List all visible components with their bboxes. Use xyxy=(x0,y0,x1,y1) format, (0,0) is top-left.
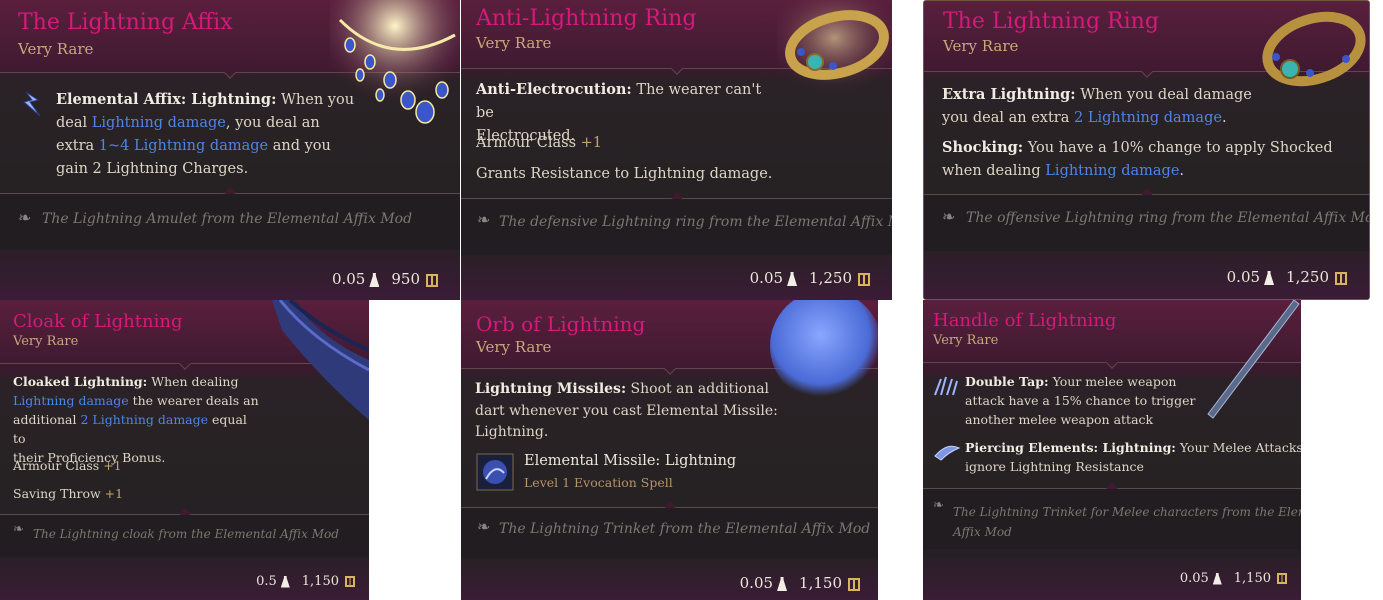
flavor-quill-icon: ❧ xyxy=(942,207,956,226)
weight-value: 0.05 xyxy=(1226,268,1261,286)
gold-coin-icon xyxy=(1277,573,1287,584)
item-rarity: Very Rare xyxy=(943,37,1019,55)
item-flavor-text: The defensive Lightning ring from the El… xyxy=(499,214,892,230)
property-saving-throw: Saving Throw +1 xyxy=(13,486,124,501)
property-armour-class: Armour Class +1 xyxy=(13,458,122,473)
spell-name: Elemental Missile: Lightning xyxy=(524,453,737,469)
item-rarity: Very Rare xyxy=(476,34,552,52)
lightning-damage-link[interactable]: Lightning damage xyxy=(13,393,129,408)
item-flavor-text: The offensive Lightning ring from the El… xyxy=(966,210,1370,226)
item-title: Orb of Lightning xyxy=(476,312,646,336)
gold-coin-icon xyxy=(858,272,870,286)
flavor-quill-icon: ❧ xyxy=(18,208,32,227)
item-tooltip-anti-lightning-ring: Anti-Lightning Ring Very Rare Anti-Elect… xyxy=(461,0,892,300)
weight-icon xyxy=(280,575,290,588)
affix-label: Elemental Affix: Lightning: xyxy=(56,91,277,108)
elemental-missile-spell-icon xyxy=(476,453,514,491)
weight-value: 0.5 xyxy=(256,574,277,589)
item-tooltip-handle-of-lightning: Handle of Lightning Very Rare Double Tap… xyxy=(923,300,1301,600)
lightning-damage-link[interactable]: 2 Lightning damage xyxy=(1074,110,1222,126)
flavor-quill-icon: ❧ xyxy=(13,522,24,537)
item-tooltip-orb-of-lightning: Orb of Lightning Very Rare Lightning Mis… xyxy=(461,300,878,600)
weight-icon xyxy=(1264,271,1275,285)
item-value: 0.05 1,150 xyxy=(740,574,860,592)
gold-coin-icon xyxy=(1335,271,1347,285)
spell-level: Level 1 Evocation Spell xyxy=(524,475,673,490)
item-title: Anti-Lightning Ring xyxy=(476,6,697,31)
item-title: Cloak of Lightning xyxy=(13,311,183,332)
item-value: 0.5 1,150 xyxy=(256,574,355,589)
item-title: The Lightning Ring xyxy=(943,9,1159,34)
item-flavor-text: The Lightning Amulet from the Elemental … xyxy=(42,211,413,227)
weight-value: 0.05 xyxy=(1179,571,1209,586)
lightning-damage-link[interactable]: Lightning damage xyxy=(92,115,226,131)
gold-value: 1,250 xyxy=(1286,268,1329,286)
lightning-damage-link[interactable]: 2 Lightning damage xyxy=(80,412,208,427)
weight-icon xyxy=(777,577,788,591)
lightning-damage-range-link[interactable]: 1~4 Lightning damage xyxy=(99,138,268,154)
weight-value: 0.05 xyxy=(331,270,366,288)
weight-icon xyxy=(787,272,798,286)
gold-value: 1,150 xyxy=(799,574,842,592)
property-extra-lightning: Extra Lightning: When you deal damage yo… xyxy=(942,86,1252,126)
item-rarity: Very Rare xyxy=(933,333,999,348)
property-piercing-elements: Piercing Elements: Lightning: Your Melee… xyxy=(965,440,1301,474)
gold-value: 950 xyxy=(391,270,420,288)
property-cloaked-lightning: Cloaked Lightning: When dealing Lightnin… xyxy=(13,374,259,465)
ring-image-icon xyxy=(777,0,892,95)
item-flavor-line-2: Affix Mod xyxy=(953,525,1012,539)
item-value: 0.05 1,250 xyxy=(1227,268,1347,286)
gold-coin-icon xyxy=(345,576,355,587)
item-title: Handle of Lightning xyxy=(933,310,1117,331)
weight-icon xyxy=(1212,572,1222,585)
gold-value: 1,150 xyxy=(301,574,339,589)
property-lightning-missiles: Lightning Missiles: Shoot an additional … xyxy=(475,381,778,440)
property-double-tap: Double Tap: Your melee weapon attack hav… xyxy=(965,374,1196,427)
weight-value: 0.05 xyxy=(749,269,784,287)
item-rarity: Very Rare xyxy=(18,40,94,58)
item-title: The Lightning Affix xyxy=(18,10,233,35)
item-value: 0.05 1,150 xyxy=(1180,571,1287,586)
item-value: 0.05 950 xyxy=(332,270,438,288)
item-value: 0.05 1,250 xyxy=(750,269,870,287)
item-tooltip-lightning-ring: The Lightning Ring Very Rare Extra Light… xyxy=(923,0,1370,300)
affix-description: Elemental Affix: Lightning: When you dea… xyxy=(56,91,355,177)
item-rarity: Very Rare xyxy=(476,338,552,356)
flavor-quill-icon: ❧ xyxy=(933,498,944,513)
flavor-quill-icon: ❧ xyxy=(477,517,491,536)
double-tap-icon xyxy=(934,376,958,396)
item-flavor-text: The Lightning Trinket from the Elemental… xyxy=(499,521,871,537)
flavor-quill-icon: ❧ xyxy=(477,210,491,229)
item-tooltip-cloak-of-lightning: Cloak of Lightning Very Rare Cloaked Lig… xyxy=(0,300,369,600)
gold-value: 1,250 xyxy=(809,269,852,287)
spell-entry[interactable]: Elemental Missile: Lightning Level 1 Evo… xyxy=(476,453,776,493)
gold-value: 1,150 xyxy=(1233,571,1271,586)
piercing-elements-icon xyxy=(934,445,961,461)
property-resistance: Grants Resistance to Lightning damage. xyxy=(476,166,773,182)
item-rarity: Very Rare xyxy=(13,334,79,349)
item-flavor-line-1: The Lightning Trinket for Melee characte… xyxy=(953,505,1301,519)
lightning-damage-link[interactable]: Lightning damage xyxy=(1045,163,1179,179)
lightning-affix-icon xyxy=(22,91,41,117)
item-tooltip-lightning-affix: The Lightning Affix Very Rare Elemental … xyxy=(0,0,460,300)
weight-icon xyxy=(369,273,380,287)
gold-coin-icon xyxy=(848,577,860,591)
weight-value: 0.05 xyxy=(739,574,774,592)
item-flavor-text: The Lightning Trinket for Melee characte… xyxy=(953,502,1301,542)
item-flavor-text: The Lightning cloak from the Elemental A… xyxy=(33,527,339,541)
property-shocking: Shocking: You have a 10% change to apply… xyxy=(942,139,1333,179)
property-armour-class: Armour Class +1 xyxy=(476,135,603,151)
cloak-image-icon xyxy=(272,300,369,420)
gold-coin-icon xyxy=(426,273,438,287)
